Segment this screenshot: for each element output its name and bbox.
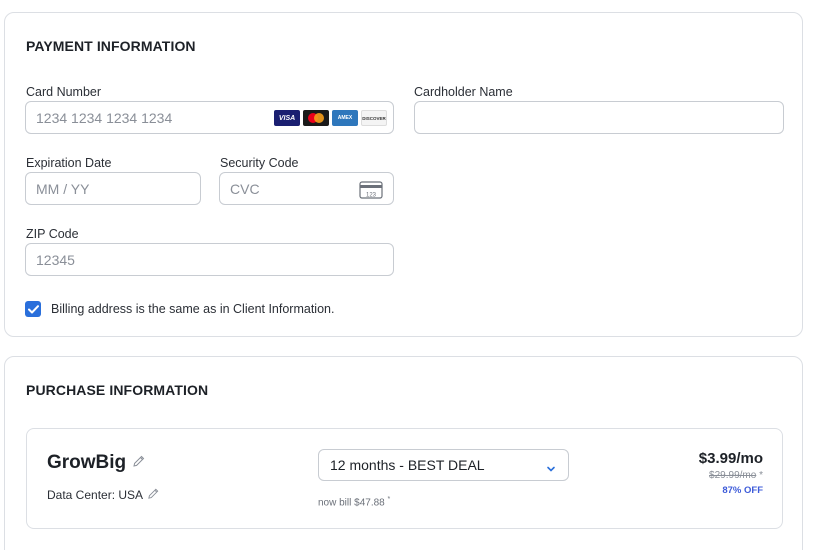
discover-icon: DISCOVER [361, 110, 387, 126]
zip-code-placeholder: 12345 [36, 251, 75, 268]
chevron-down-icon [546, 460, 556, 476]
security-code-label: Security Code [220, 156, 299, 170]
cardholder-name-label: Cardholder Name [414, 85, 513, 99]
bill-note-asterisk: * [387, 496, 391, 503]
plan-price: $3.99/mo [698, 450, 763, 467]
section-title: PAYMENT INFORMATION [26, 38, 196, 54]
plan-name: GrowBig [47, 452, 146, 474]
cvc-card-icon: 123 [359, 181, 383, 202]
security-code-placeholder: CVC [230, 180, 260, 197]
expiration-date-label: Expiration Date [26, 156, 112, 170]
discount-badge: 87% OFF [722, 485, 763, 496]
card-number-input[interactable]: 1234 1234 1234 1234 VISA AMEX DISCOVER [25, 101, 394, 134]
cardholder-name-input[interactable] [414, 101, 784, 134]
cvc-icon-text: 123 [366, 193, 377, 199]
billing-same-label[interactable]: Billing address is the same as in Client… [51, 302, 334, 316]
section-title: PURCHASE INFORMATION [26, 382, 209, 398]
payment-information-section: PAYMENT INFORMATION Card Number 1234 123… [4, 12, 803, 337]
card-brand-icons: VISA AMEX DISCOVER [274, 110, 387, 126]
old-price-asterisk: * [759, 470, 763, 481]
purchase-information-section: PURCHASE INFORMATION GrowBig Data Center… [4, 356, 803, 550]
expiration-date-placeholder: MM / YY [36, 180, 90, 197]
card-number-label: Card Number [26, 85, 102, 99]
plan-box: GrowBig Data Center: USA 12 months - BES… [26, 428, 783, 529]
visa-icon: VISA [274, 110, 300, 126]
bill-note-text: now bill $47.88 [318, 497, 385, 509]
security-code-input[interactable]: CVC 123 [219, 172, 394, 205]
zip-code-input[interactable]: 12345 [25, 243, 394, 276]
plan-name-text: GrowBig [47, 452, 127, 473]
expiration-date-input[interactable]: MM / YY [25, 172, 201, 205]
card-number-placeholder: 1234 1234 1234 1234 [36, 109, 173, 126]
datacenter: Data Center: USA [47, 487, 160, 503]
billing-same-checkbox[interactable] [25, 301, 41, 317]
old-price-text: $29.99/mo [709, 470, 757, 481]
edit-datacenter-pencil-icon[interactable] [147, 487, 160, 503]
billing-period-select[interactable]: 12 months - BEST DEAL [318, 449, 569, 481]
billing-period-value: 12 months - BEST DEAL [330, 457, 485, 473]
amex-icon: AMEX [332, 110, 358, 126]
mastercard-icon [303, 110, 329, 126]
zip-code-label: ZIP Code [26, 227, 79, 241]
datacenter-text: Data Center: USA [47, 488, 144, 502]
bill-note: now bill $47.88 * [318, 496, 390, 508]
checkmark-icon [27, 304, 39, 313]
old-price: $29.99/mo * [709, 470, 763, 481]
edit-plan-pencil-icon[interactable] [132, 452, 146, 474]
